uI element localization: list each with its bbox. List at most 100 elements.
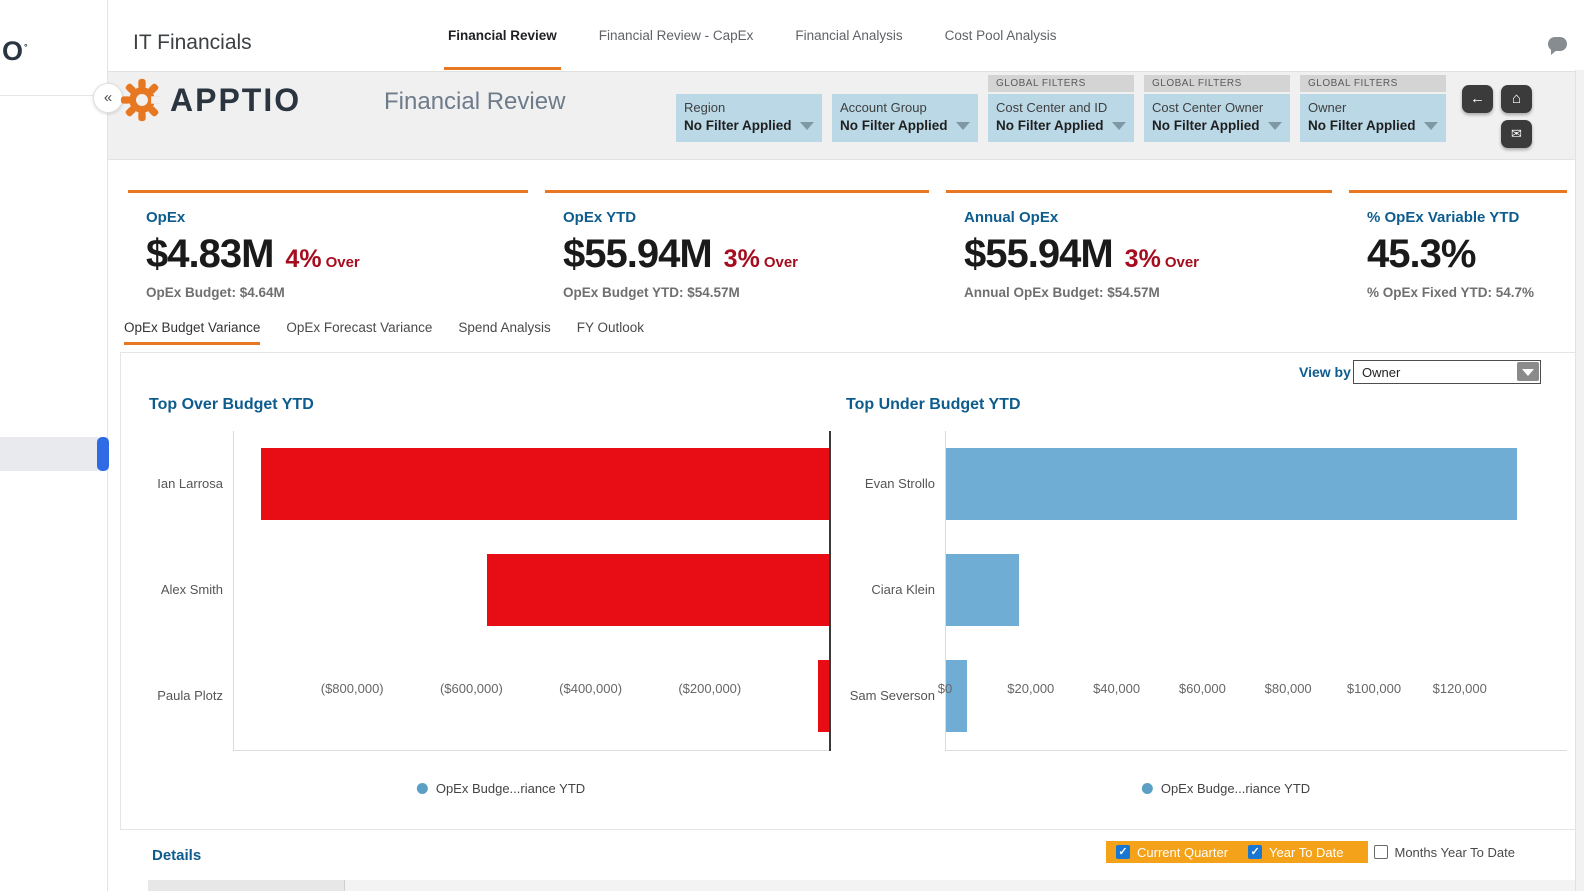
vertical-scrollbar[interactable]	[1575, 70, 1584, 891]
category-label: Sam Severson	[825, 688, 935, 703]
axis-tick-label: ($600,000)	[440, 681, 503, 696]
kpi-delta: 4%	[285, 245, 321, 273]
filter-label: Cost Center and ID	[996, 100, 1126, 115]
home-button[interactable]: ⌂	[1501, 85, 1532, 113]
axis-tick-label: ($400,000)	[559, 681, 622, 696]
collapse-sidebar-button[interactable]: «	[93, 83, 123, 113]
mail-button[interactable]: ✉	[1501, 120, 1532, 148]
kpi-title: OpEx	[146, 209, 510, 226]
chart-plot	[233, 431, 829, 751]
tab-opex-budget-variance[interactable]: OpEx Budget Variance	[124, 320, 260, 345]
checkbox-unchecked-icon[interactable]	[1374, 845, 1388, 859]
filter-label: Cost Center Owner	[1152, 100, 1282, 115]
kpi-subtitle: Annual OpEx Budget: $54.57M	[964, 285, 1314, 300]
filter-label: Owner	[1308, 100, 1438, 115]
sidebar-selected-item[interactable]	[0, 437, 98, 471]
app-tab-bar: Financial Review Financial Review - CapEx…	[444, 0, 1060, 71]
legend-label: OpEx Budge...riance YTD	[1161, 781, 1310, 796]
axis-tick-label: $20,000	[1007, 681, 1054, 696]
chart-title: Top Over Budget YTD	[149, 396, 314, 414]
kpi-value: $4.83M	[146, 232, 273, 276]
tab-opex-forecast-variance[interactable]: OpEx Forecast Variance	[286, 320, 432, 345]
axis-tick-label: $60,000	[1179, 681, 1226, 696]
kpi-subtitle: % OpEx Fixed YTD: 54.7%	[1367, 285, 1549, 300]
filter-cost-center-owner: GLOBAL FILTERSCost Center OwnerNo Filter…	[1144, 75, 1290, 142]
checkbox-checked-icon[interactable]: ✓	[1116, 845, 1130, 859]
filter-value: No Filter Applied	[840, 118, 970, 133]
apptio-logo-text: APPTIO	[170, 82, 301, 119]
category-label: Ciara Klein	[825, 582, 935, 597]
filter-box-cost-center-and-id[interactable]: Cost Center and IDNo Filter Applied	[988, 94, 1134, 142]
filter-value: No Filter Applied	[684, 118, 814, 133]
axis-tick-label: $120,000	[1433, 681, 1487, 696]
kpi-title: % OpEx Variable YTD	[1367, 209, 1549, 226]
report-title: Financial Review	[384, 88, 565, 116]
global-filters-label	[832, 75, 978, 92]
gear-icon	[120, 78, 164, 122]
chevron-down-icon	[1268, 122, 1282, 130]
checkbox-checked-icon[interactable]: ✓	[1248, 845, 1262, 859]
toggle-label: Year To Date	[1269, 845, 1343, 860]
toggle-current-quarter[interactable]: ✓ Current Quarter	[1116, 845, 1228, 860]
filter-box-account-group[interactable]: Account GroupNo Filter Applied	[832, 94, 978, 142]
kpi-card--opex-variable-ytd: % OpEx Variable YTD45.3%% OpEx Fixed YTD…	[1349, 190, 1567, 300]
filter-value: No Filter Applied	[1308, 118, 1438, 133]
view-by-select[interactable]: Owner	[1353, 360, 1541, 384]
axis-tick-label: $100,000	[1347, 681, 1401, 696]
back-button[interactable]: ←	[1462, 85, 1493, 113]
category-label: Ian Larrosa	[113, 476, 223, 491]
filter-cost-center-and-id: GLOBAL FILTERSCost Center and IDNo Filte…	[988, 75, 1134, 142]
filter-owner: GLOBAL FILTERSOwnerNo Filter Applied	[1300, 75, 1446, 142]
filter-box-owner[interactable]: Owner No Filter Applied	[1300, 94, 1446, 142]
details-table-header	[148, 880, 1575, 891]
tab-fy-outlook[interactable]: FY Outlook	[577, 320, 644, 345]
tab-cost-pool-analysis[interactable]: Cost Pool Analysis	[941, 1, 1061, 70]
toggle-months-year-to-date[interactable]: Months Year To Date	[1374, 845, 1515, 860]
details-toggle-row: ✓ Current Quarter ✓ Year To Date Months Year…	[1106, 841, 1529, 863]
chat-bubble-icon[interactable]	[1548, 37, 1567, 51]
kpi-card-annual-opex: Annual OpEx $55.94M3%Over Annual OpEx Budg…	[946, 190, 1332, 300]
report-header: « APPTIO Financial Review R	[108, 71, 1584, 160]
app-header: IT Financials Financial ReviewFinancial …	[108, 0, 1584, 71]
bar-sam-severson[interactable]	[946, 660, 967, 732]
bar-evan-strollo[interactable]	[946, 448, 1517, 520]
global-filters-label	[676, 75, 822, 92]
axis-tick-label: $40,000	[1093, 681, 1140, 696]
category-label: Alex Smith	[113, 582, 223, 597]
bar-ciara-klein[interactable]	[946, 554, 1019, 626]
details-table-header-cell	[148, 880, 345, 891]
apptio-dashboard: O° December 2020 Production Trunk IT Fin…	[0, 0, 1584, 891]
filter-box-region[interactable]: Region No Filter Applied	[676, 94, 822, 142]
kpi-value-row: $55.94M3%Over	[563, 232, 911, 277]
kpi-value: $55.94M	[563, 232, 712, 276]
kpi-title: OpEx YTD	[563, 209, 911, 226]
chevron-down-icon	[956, 122, 970, 130]
apptio-logo: APPTIO	[120, 78, 301, 122]
kpi-delta-word: Over	[1165, 254, 1199, 271]
kpi-value-row: $55.94M3%Over	[964, 232, 1314, 277]
app-title: IT Financials	[133, 31, 252, 55]
filter-value: No Filter Applied	[1152, 118, 1282, 133]
legend-dot-icon	[1142, 783, 1153, 794]
chevron-down-icon	[1112, 122, 1126, 130]
filter-account-group: Account GroupNo Filter Applied	[832, 75, 978, 142]
tab-spend-analysis[interactable]: Spend Analysis	[458, 320, 550, 345]
chart-legend: OpEx Budge...riance YTD	[1142, 781, 1310, 796]
filter-label: Region	[684, 100, 814, 115]
kpi-delta-word: Over	[326, 254, 360, 271]
bar-alex-smith[interactable]	[487, 554, 830, 626]
tab-financial-review-capex[interactable]: Financial Review - CapEx	[595, 1, 758, 70]
kpi-value-row: $4.83M 4% Over	[146, 232, 510, 277]
bar-ian-larrosa[interactable]	[261, 448, 830, 520]
tab-financial-analysis[interactable]: Financial Analysis	[791, 1, 906, 70]
details-title: Details	[152, 847, 201, 864]
filter-box-cost-center-owner[interactable]: Cost Center Owner No Filter Applied	[1144, 94, 1290, 142]
toggle-year-to-date[interactable]: ✓ Year To Date	[1248, 845, 1343, 860]
tab-financial-review[interactable]: Financial Review	[444, 1, 561, 70]
toggle-highlight-group: ✓ Current Quarter ✓ Year To Date	[1106, 841, 1368, 863]
kpi-title: Annual OpEx	[964, 209, 1314, 226]
chevron-down-icon[interactable]	[1517, 362, 1539, 381]
legend-dot-icon	[417, 783, 428, 794]
chart-panel: View by Owner Top Over Budget YTDIan Lar…	[120, 352, 1576, 830]
toggle-label: Current Quarter	[1137, 845, 1228, 860]
